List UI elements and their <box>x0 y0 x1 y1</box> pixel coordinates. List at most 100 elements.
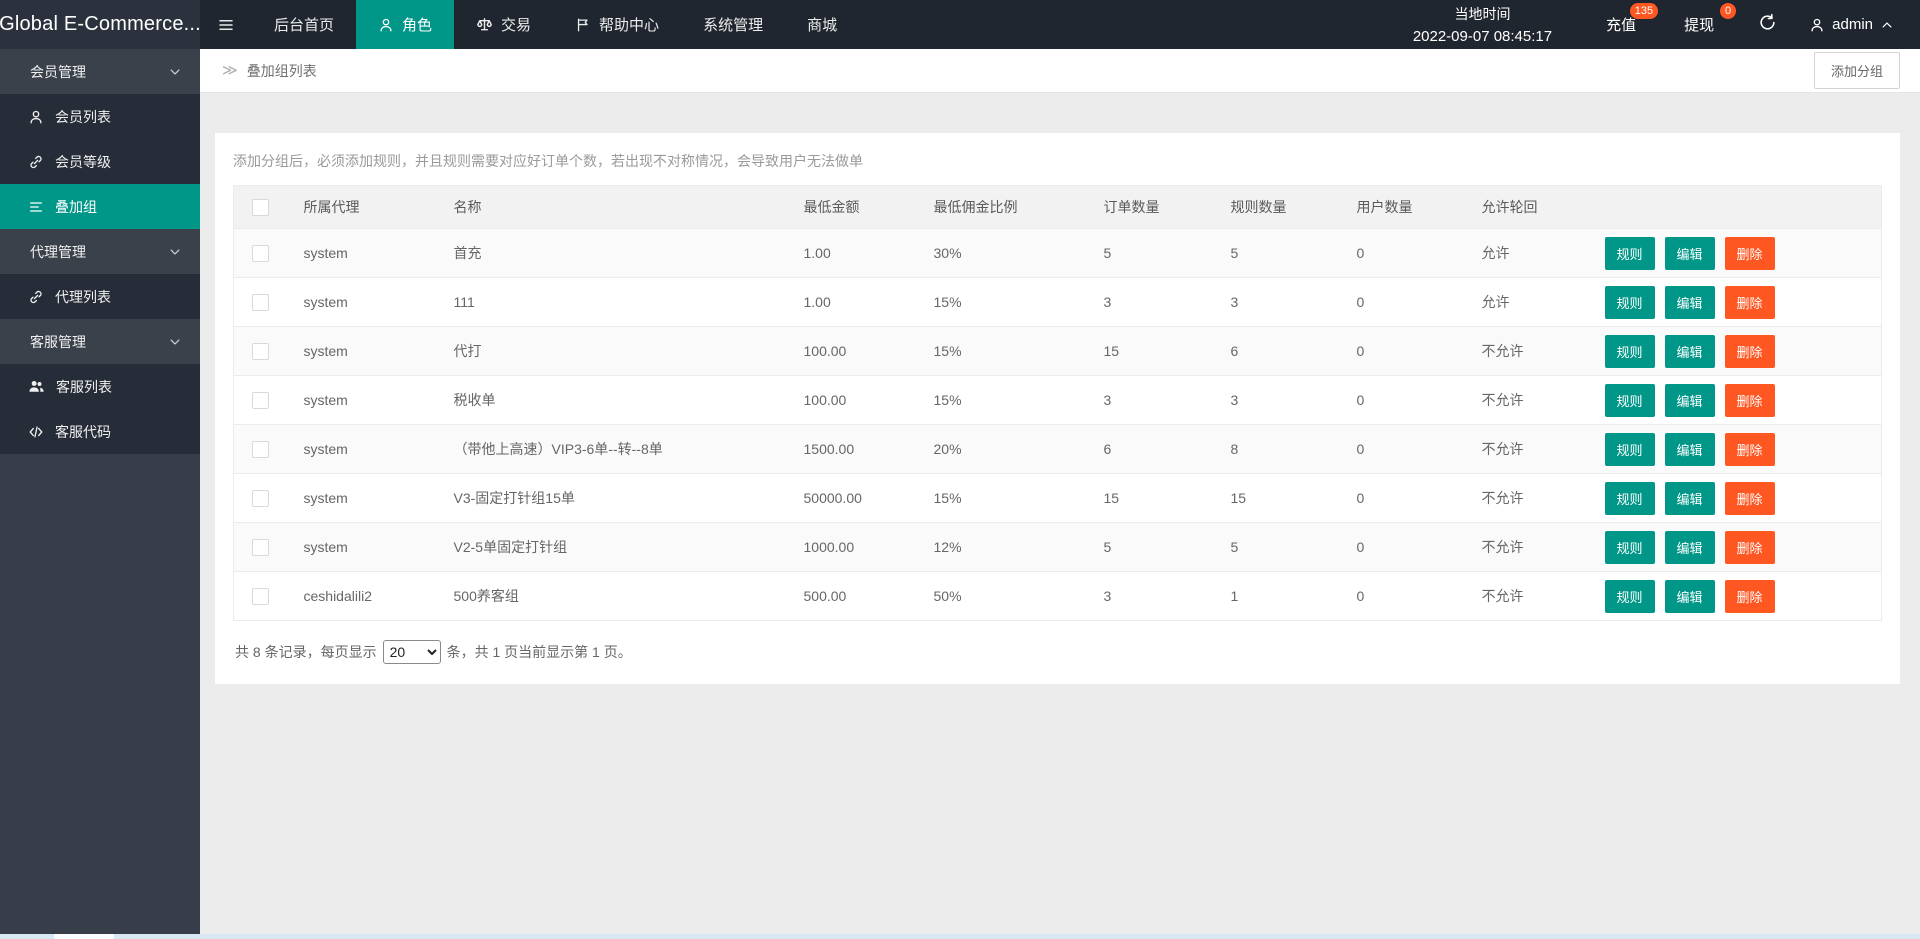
rule-button[interactable]: 规则 <box>1605 286 1655 319</box>
edit-button[interactable]: 编辑 <box>1665 433 1715 466</box>
edit-button[interactable]: 编辑 <box>1665 482 1715 515</box>
rule-button[interactable]: 规则 <box>1605 580 1655 613</box>
rule-button[interactable]: 规则 <box>1605 335 1655 368</box>
main-area: ≫ 叠加组列表 添加分组 添加分组后，必须添加规则，并且规则需要对应好订单个数，… <box>200 49 1920 934</box>
row-checkbox[interactable] <box>252 392 269 409</box>
delete-button[interactable]: 删除 <box>1725 335 1775 368</box>
topbar-right: 当地时间 2022-09-07 08:45:17 充值 135 提现 0 adm… <box>1413 0 1920 49</box>
table-row: systemV3-固定打针组15单50000.0015%15150不允许规则编辑… <box>234 474 1882 523</box>
cell-allow-loop: 不允许 <box>1474 327 1597 376</box>
cell-orders: 3 <box>1096 278 1223 327</box>
row-actions: 规则编辑删除 <box>1597 572 1882 621</box>
cell-allow-loop: 允许 <box>1474 229 1597 278</box>
row-checkbox[interactable] <box>252 245 269 262</box>
rule-button[interactable]: 规则 <box>1605 237 1655 270</box>
recharge-button[interactable]: 充值 135 <box>1592 0 1650 49</box>
delete-button[interactable]: 删除 <box>1725 433 1775 466</box>
row-checkbox[interactable] <box>252 539 269 556</box>
rule-button[interactable]: 规则 <box>1605 433 1655 466</box>
table-body: system首充1.0030%550允许规则编辑删除system1111.001… <box>234 229 1882 621</box>
row-checkbox[interactable] <box>252 294 269 311</box>
scrollbar-thumb[interactable] <box>54 934 114 939</box>
cell-users: 0 <box>1349 229 1474 278</box>
sidebar-item-label: 客服列表 <box>56 377 112 397</box>
top-nav-trade[interactable]: 交易 <box>454 0 553 49</box>
row-checkbox[interactable] <box>252 588 269 605</box>
top-nav-label: 角色 <box>402 14 432 35</box>
rule-button[interactable]: 规则 <box>1605 531 1655 564</box>
row-checkbox[interactable] <box>252 441 269 458</box>
cell-min-amount: 100.00 <box>796 376 926 425</box>
select-all-checkbox[interactable] <box>252 199 269 216</box>
top-nav-roles[interactable]: 角色 <box>356 0 454 49</box>
link-icon <box>28 154 44 170</box>
chevron-down-icon <box>168 65 182 79</box>
sidebar-item-service-management[interactable]: 客服管理 <box>0 319 200 364</box>
cell-name: 111 <box>446 278 796 327</box>
row-checkbox[interactable] <box>252 490 269 507</box>
cell-agent: system <box>296 425 446 474</box>
rule-button[interactable]: 规则 <box>1605 384 1655 417</box>
menu-toggle-button[interactable] <box>200 0 252 49</box>
cell-users: 0 <box>1349 376 1474 425</box>
edit-button[interactable]: 编辑 <box>1665 384 1715 417</box>
hint-text: 添加分组后，必须添加规则，并且规则需要对应好订单个数，若出现不对称情况，会导致用… <box>233 148 1882 171</box>
top-nav: 后台首页 角色 交易 帮助中心系统管理商城 <box>252 0 859 49</box>
cell-users: 0 <box>1349 572 1474 621</box>
sidebar-item-agent-list[interactable]: 代理列表 <box>0 274 200 319</box>
top-nav-system[interactable]: 系统管理 <box>681 0 785 49</box>
local-time: 当地时间 2022-09-07 08:45:17 <box>1413 4 1552 45</box>
refresh-button[interactable] <box>1758 13 1777 37</box>
withdraw-button[interactable]: 提现 0 <box>1670 0 1728 49</box>
cell-min-amount: 1500.00 <box>796 425 926 474</box>
cell-min-commission: 15% <box>926 474 1096 523</box>
table-row: system1111.0015%330允许规则编辑删除 <box>234 278 1882 327</box>
horizontal-scrollbar[interactable] <box>0 934 1920 939</box>
sidebar-item-service-code[interactable]: 客服代码 <box>0 409 200 454</box>
top-nav-label: 交易 <box>501 14 531 35</box>
row-checkbox-cell <box>234 572 296 621</box>
delete-button[interactable]: 删除 <box>1725 237 1775 270</box>
top-nav-mall[interactable]: 商城 <box>785 0 859 49</box>
cell-name: 税收单 <box>446 376 796 425</box>
top-nav-dashboard[interactable]: 后台首页 <box>252 0 356 49</box>
cell-rules: 3 <box>1223 376 1349 425</box>
row-actions: 规则编辑删除 <box>1597 229 1882 278</box>
column-header: 最低金额 <box>796 186 926 229</box>
sidebar-item-service-list[interactable]: 客服列表 <box>0 364 200 409</box>
sidebar-item-member-level[interactable]: 会员等级 <box>0 139 200 184</box>
delete-button[interactable]: 删除 <box>1725 286 1775 319</box>
cell-users: 0 <box>1349 278 1474 327</box>
add-group-button[interactable]: 添加分组 <box>1814 52 1900 89</box>
row-checkbox-cell <box>234 229 296 278</box>
edit-button[interactable]: 编辑 <box>1665 335 1715 368</box>
chevron-down-icon <box>168 245 182 259</box>
cell-rules: 1 <box>1223 572 1349 621</box>
sidebar-item-overlay-group[interactable]: 叠加组 <box>0 184 200 229</box>
top-nav-help-center[interactable]: 帮助中心 <box>553 0 681 49</box>
edit-button[interactable]: 编辑 <box>1665 286 1715 319</box>
recharge-label: 充值 <box>1606 14 1636 35</box>
column-header: 规则数量 <box>1223 186 1349 229</box>
edit-button[interactable]: 编辑 <box>1665 580 1715 613</box>
page-size-select[interactable]: 20 <box>383 640 441 664</box>
column-header: 允许轮回 <box>1474 186 1597 229</box>
list-icon <box>28 199 44 215</box>
rule-button[interactable]: 规则 <box>1605 482 1655 515</box>
delete-button[interactable]: 删除 <box>1725 384 1775 417</box>
edit-button[interactable]: 编辑 <box>1665 531 1715 564</box>
sidebar-item-member-management[interactable]: 会员管理 <box>0 49 200 94</box>
table-head: 所属代理名称最低金额最低佣金比例订单数量规则数量用户数量允许轮回 <box>234 186 1882 229</box>
cell-orders: 6 <box>1096 425 1223 474</box>
local-time-value: 2022-09-07 08:45:17 <box>1413 28 1552 45</box>
sidebar-item-member-list[interactable]: 会员列表 <box>0 94 200 139</box>
delete-button[interactable]: 删除 <box>1725 531 1775 564</box>
column-header: 名称 <box>446 186 796 229</box>
row-checkbox[interactable] <box>252 343 269 360</box>
delete-button[interactable]: 删除 <box>1725 482 1775 515</box>
delete-button[interactable]: 删除 <box>1725 580 1775 613</box>
sidebar-item-agent-management[interactable]: 代理管理 <box>0 229 200 274</box>
user-menu[interactable]: admin <box>1809 16 1894 33</box>
row-actions: 规则编辑删除 <box>1597 474 1882 523</box>
edit-button[interactable]: 编辑 <box>1665 237 1715 270</box>
